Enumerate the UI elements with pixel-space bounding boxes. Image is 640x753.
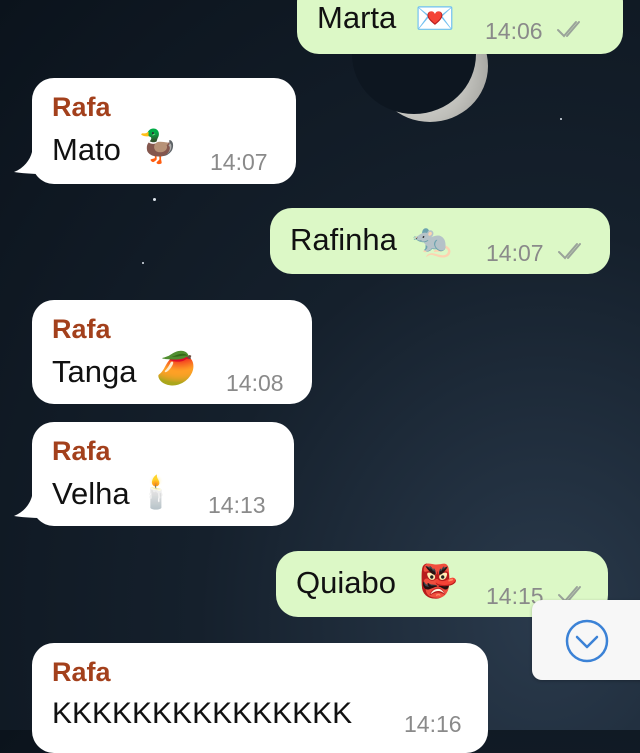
sender-name: Rafa: [52, 657, 111, 687]
double-check-icon: [557, 21, 580, 38]
message-bubble-incoming[interactable]: Rafa Tanga 🥭 14:08: [32, 300, 312, 404]
message-text: Mato: [52, 132, 121, 167]
sender-name: Rafa: [52, 92, 111, 122]
message-text: Velha: [52, 476, 130, 511]
message-time: 14:08: [226, 370, 284, 396]
mango-icon: 🥭: [156, 349, 196, 387]
candle-icon: 🕯️: [136, 473, 176, 511]
star: [142, 262, 144, 264]
message-bubble-outgoing[interactable]: Rafinha 🐀 14:07: [270, 208, 610, 274]
message-time: 14:07: [210, 149, 268, 175]
message-time: 14:16: [404, 711, 462, 737]
message-text: KKKKKKKKKKKKKKK: [52, 697, 353, 730]
message-bubble-incoming[interactable]: Rafa KKKKKKKKKKKKKKK 14:16: [32, 643, 488, 753]
message-text: Tanga: [52, 354, 137, 389]
rat-icon: 🐀: [412, 221, 452, 259]
message-time: 14:07: [486, 240, 544, 266]
message-bubble-outgoing[interactable]: Marta 💌 14:06: [297, 0, 623, 54]
star: [560, 118, 562, 120]
sender-name: Rafa: [52, 314, 111, 344]
double-check-icon: [558, 243, 581, 260]
star: [153, 198, 156, 201]
love-letter-icon: 💌: [415, 0, 455, 37]
message-time: 14:13: [208, 492, 266, 518]
message-text: Quiabo: [296, 565, 396, 600]
message-text: Rafinha: [290, 222, 397, 257]
message-bubble-incoming[interactable]: Rafa Velha 🕯️ 14:13: [32, 422, 294, 526]
message-time: 14:06: [485, 18, 543, 44]
sender-name: Rafa: [52, 436, 111, 466]
scroll-to-bottom-button[interactable]: [532, 600, 640, 680]
chevron-down-icon: [565, 619, 609, 663]
message-text: Marta: [317, 0, 397, 35]
message-bubble-incoming[interactable]: Rafa Mato 🦆 14:07: [32, 78, 296, 184]
goblin-mask-icon: 👺: [418, 562, 458, 600]
duck-icon: 🦆: [138, 127, 178, 165]
